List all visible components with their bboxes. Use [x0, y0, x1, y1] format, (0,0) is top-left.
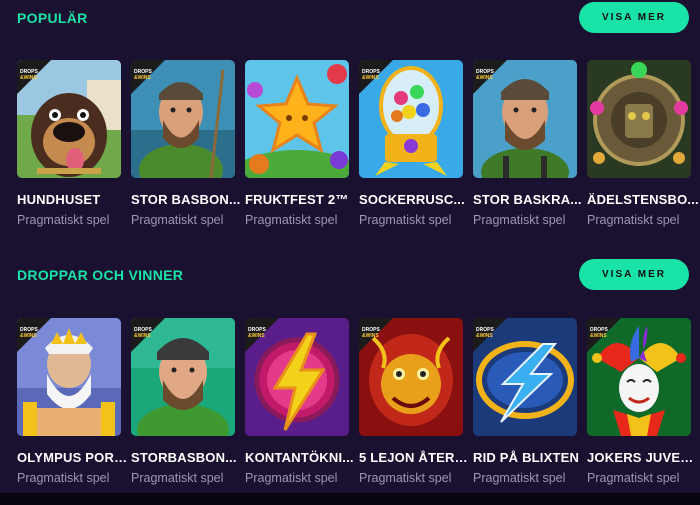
show-more-button[interactable]: VISA MER [579, 2, 689, 33]
drops-wins-badge-icon: DROPS &WINS [17, 318, 51, 352]
game-thumbnail[interactable]: DROPS &WINS [131, 318, 235, 436]
game-thumbnail[interactable]: DROPS &WINS [245, 318, 349, 436]
game-card[interactable]: DROPS &WINS JOKERS JUVEL... Pragmatiskt … [587, 318, 699, 485]
section-title: DROPPAR OCH VINNER [17, 267, 184, 283]
svg-text:&WINS: &WINS [134, 75, 151, 81]
drops-wins-badge-icon: DROPS &WINS [359, 60, 393, 94]
game-thumbnail[interactable]: DROPS &WINS [473, 60, 577, 178]
game-thumbnail[interactable] [587, 60, 691, 178]
game-provider: Pragmatiskt spel [473, 471, 566, 485]
game-provider: Pragmatiskt spel [359, 471, 452, 485]
game-thumbnail[interactable]: DROPS &WINS [587, 318, 691, 436]
game-title: FRUKTFEST 2™ [245, 192, 349, 207]
game-thumbnail[interactable]: DROPS &WINS [17, 318, 121, 436]
game-card[interactable]: DROPS &WINS HUNDHUSET Pragmatiskt spel [17, 60, 121, 227]
game-thumbnail[interactable] [245, 60, 349, 178]
game-title: STORBASBON... [131, 450, 237, 465]
game-provider: Pragmatiskt spel [587, 213, 680, 227]
game-card[interactable]: DROPS &WINS KONTANTÖKNI... Pragmatiskt s… [245, 318, 354, 485]
game-thumbnail[interactable]: DROPS &WINS [473, 318, 577, 436]
bottom-bar [0, 493, 700, 505]
section-title: POPULÄR [17, 10, 88, 26]
game-thumbnail[interactable]: DROPS &WINS [359, 318, 463, 436]
svg-text:&WINS: &WINS [20, 333, 37, 339]
svg-text:&WINS: &WINS [362, 75, 379, 81]
game-title: STOR BASKRA... [473, 192, 582, 207]
game-card[interactable]: DROPS &WINS SOCKERRUSC... Pragmatiskt sp… [359, 60, 465, 227]
game-thumbnail[interactable]: DROPS &WINS [17, 60, 121, 178]
svg-text:&WINS: &WINS [362, 333, 379, 339]
game-provider: Pragmatiskt spel [587, 471, 680, 485]
drops-wins-badge-icon: DROPS &WINS [131, 318, 165, 352]
drops-wins-badge-icon: DROPS &WINS [17, 60, 51, 94]
game-title: STOR BASBON... [131, 192, 241, 207]
game-title: 5 LEJON ÅTERF... [359, 450, 471, 465]
drops-wins-badge-icon: DROPS &WINS [473, 318, 507, 352]
drops-wins-badge-icon: DROPS &WINS [587, 318, 621, 352]
game-provider: Pragmatiskt spel [473, 213, 566, 227]
game-thumbnail[interactable]: DROPS &WINS [359, 60, 463, 178]
game-card[interactable]: DROPS &WINS STORBASBON... Pragmatiskt sp… [131, 318, 236, 485]
game-card[interactable]: FRUKTFEST 2™ Pragmatiskt spel [245, 60, 349, 227]
svg-text:&WINS: &WINS [20, 75, 37, 81]
svg-text:&WINS: &WINS [476, 333, 493, 339]
svg-text:&WINS: &WINS [248, 333, 265, 339]
game-provider: Pragmatiskt spel [245, 471, 338, 485]
game-provider: Pragmatiskt spel [245, 213, 338, 227]
game-title: RID PÅ BLIXTEN [473, 450, 580, 465]
game-thumbnail[interactable]: DROPS &WINS [131, 60, 235, 178]
star-artwork-icon [245, 60, 349, 178]
game-title: JOKERS JUVEL... [587, 450, 699, 465]
game-title: HUNDHUSET [17, 192, 101, 207]
game-provider: Pragmatiskt spel [17, 471, 110, 485]
drops-wins-badge-icon: DROPS &WINS [359, 318, 393, 352]
svg-text:&WINS: &WINS [134, 333, 151, 339]
drops-wins-badge-icon: DROPS &WINS [473, 60, 507, 94]
game-card[interactable]: DROPS &WINS RID PÅ BLIXTEN Pragmatiskt s… [473, 318, 579, 485]
game-title: ÄDELSTENSBO... [587, 192, 699, 207]
game-card[interactable]: DROPS &WINS STOR BASBON... Pragmatiskt s… [131, 60, 240, 227]
game-card[interactable]: DROPS &WINS STOR BASKRA... Pragmatiskt s… [473, 60, 582, 227]
game-title: SOCKERRUSC... [359, 192, 465, 207]
game-title: OLYMPUS PORT... [17, 450, 129, 465]
drops-wins-badge-icon: DROPS &WINS [131, 60, 165, 94]
game-card[interactable]: DROPS &WINS 5 LEJON ÅTERF... Pragmatiskt… [359, 318, 471, 485]
game-provider: Pragmatiskt spel [131, 471, 224, 485]
gem-totem-artwork-icon [587, 60, 691, 178]
game-provider: Pragmatiskt spel [131, 213, 224, 227]
svg-text:&WINS: &WINS [590, 333, 607, 339]
show-more-button[interactable]: VISA MER [579, 259, 689, 290]
drops-wins-badge-icon: DROPS &WINS [245, 318, 279, 352]
svg-text:&WINS: &WINS [476, 75, 493, 81]
game-provider: Pragmatiskt spel [17, 213, 110, 227]
game-title: KONTANTÖKNI... [245, 450, 354, 465]
game-card[interactable]: DROPS &WINS OLYMPUS PORT... Pragmatiskt … [17, 318, 129, 485]
game-provider: Pragmatiskt spel [359, 213, 452, 227]
game-card[interactable]: ÄDELSTENSBO... Pragmatiskt spel [587, 60, 699, 227]
